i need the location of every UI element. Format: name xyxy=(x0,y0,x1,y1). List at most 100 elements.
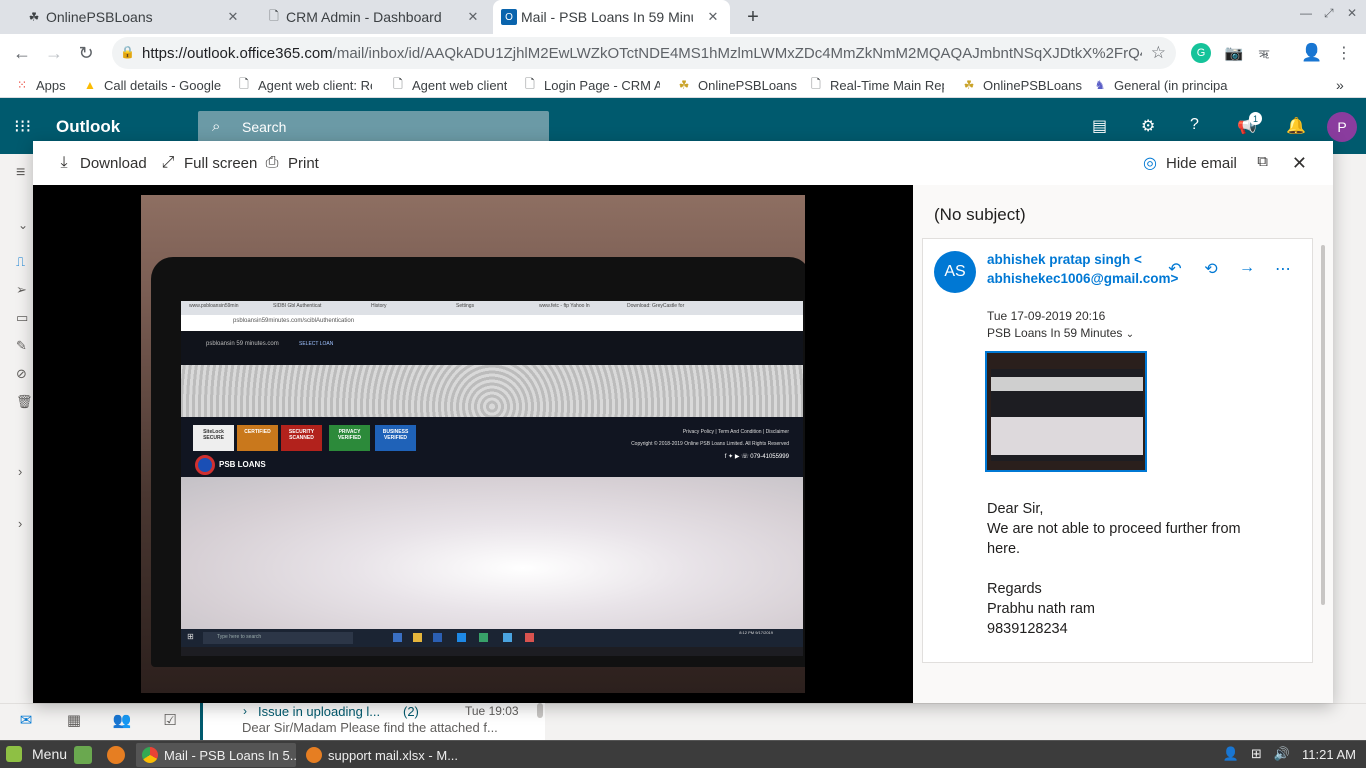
files-launcher-icon[interactable] xyxy=(74,746,92,764)
help-icon[interactable]: ? xyxy=(1190,116,1199,134)
hide-email-button[interactable]: ◎ Hide email xyxy=(1141,153,1237,173)
grammarly-extension-icon[interactable]: G xyxy=(1191,43,1211,63)
reply-icon[interactable]: ↶ xyxy=(1166,259,1184,279)
minimize-window-icon[interactable]: — xyxy=(1300,6,1312,20)
junk-icon[interactable]: ⊘ xyxy=(16,366,27,382)
expand-chevron-icon[interactable]: › xyxy=(243,704,247,718)
bookmark-label: Agent web client: Re xyxy=(258,77,372,93)
mail-item-time: Tue 19:03 xyxy=(465,704,519,718)
browser-tab-crm-admin[interactable]: 🗋 CRM Admin - Dashboard ✕ xyxy=(258,0,490,34)
body-line: Prabhu nath ram xyxy=(987,601,1096,617)
folder-icon[interactable]: ▭ xyxy=(16,310,28,326)
people-icon[interactable]: 👥 xyxy=(112,710,132,730)
bookmark-onlinepsbloans-2[interactable]: ☘ OnlinePSBLoans xyxy=(961,76,1082,94)
chrome-menu-icon[interactable]: ⋮ xyxy=(1334,43,1354,63)
document-icon: 🗋 xyxy=(525,76,535,91)
translate-extension-icon[interactable]: ऋ xyxy=(1254,43,1274,63)
url-path: /mail/inbox/id/AAQkADU1ZjhlM2EwLWZkOTctN… xyxy=(332,45,1142,62)
hamburger-menu-icon[interactable]: ≡ xyxy=(16,164,25,182)
forward-icon[interactable]: → xyxy=(1238,259,1256,279)
print-button[interactable]: ⎙ Print xyxy=(263,153,319,173)
address-bar[interactable]: 🔒 https://outlook.office365.com/mail/inb… xyxy=(112,37,1176,69)
bookmark-label: Login Page - CRM Ad xyxy=(544,77,660,93)
bookmark-agent-web-client-re[interactable]: 🗋 Agent web client: Re xyxy=(236,76,372,94)
google-drive-icon: ▲ xyxy=(84,78,96,92)
back-arrow-icon[interactable]: ← xyxy=(11,42,33,64)
bookmark-apps[interactable]: ⁙ Apps xyxy=(14,76,66,94)
mail-list-item[interactable]: › Issue in uploading l... (2) Tue 19:03 … xyxy=(200,703,545,740)
camera-extension-icon[interactable]: 📷 xyxy=(1224,43,1244,63)
reply-all-icon[interactable]: ⟲ xyxy=(1202,259,1220,279)
deleted-trash-icon[interactable]: 🗑 xyxy=(16,394,33,410)
bookmark-general-teams[interactable]: ♞ General (in principal xyxy=(1092,76,1228,94)
firefox-launcher-icon[interactable] xyxy=(107,746,125,764)
url-text[interactable]: https://outlook.office365.com/mail/inbox… xyxy=(142,45,1142,62)
reading-pane-scrollbar[interactable] xyxy=(1321,245,1325,605)
search-placeholder: Search xyxy=(242,119,287,135)
new-tab-button[interactable]: + xyxy=(741,5,765,29)
download-button[interactable]: ⤓ Download xyxy=(55,153,146,173)
my-day-icon[interactable]: ▤ xyxy=(1092,116,1107,136)
bookmark-call-details[interactable]: ▲ Call details - Google xyxy=(82,76,222,94)
taskbar-window-spreadsheet[interactable]: support mail.xlsx - M... xyxy=(300,743,460,767)
reload-icon[interactable]: ↻ xyxy=(75,42,97,64)
mail-icon[interactable]: ✉ xyxy=(16,710,36,730)
settings-gear-icon[interactable]: ⚙ xyxy=(1141,116,1155,136)
message-recipient[interactable]: PSB Loans In 59 Minutes ⌄ xyxy=(987,326,1134,340)
photo-moire-band xyxy=(181,365,803,417)
body-line: Regards xyxy=(987,581,1042,597)
outlook-brand[interactable]: Outlook xyxy=(56,117,120,137)
network-tray-icon[interactable]: ⊞ xyxy=(1251,746,1262,762)
chevron-right-icon[interactable]: › xyxy=(18,516,22,531)
start-menu-button[interactable]: Menu xyxy=(6,746,67,762)
restore-window-icon[interactable]: ⤢ xyxy=(1324,6,1334,21)
close-tab-icon[interactable]: ✕ xyxy=(224,8,242,26)
photo-tab: SIDBI Gbl Authenticat xyxy=(273,303,322,309)
sender-avatar[interactable]: AS xyxy=(934,251,976,293)
full-screen-button[interactable]: ⤢ Full screen xyxy=(159,153,258,173)
photo-taskbar-app-icon xyxy=(479,633,488,642)
photo-site-footer: SiteLock SECURE CERTIFIED SECURITY SCANN… xyxy=(181,417,803,477)
user-avatar[interactable]: P xyxy=(1327,112,1357,142)
user-tray-icon[interactable]: 👤 xyxy=(1223,746,1239,762)
browser-tab-onlinepsbloans[interactable]: ☘ OnlinePSBLoans ✕ xyxy=(18,0,250,34)
bookmark-agent-web-client[interactable]: 🗋 Agent web client xyxy=(390,76,507,94)
app-launcher-icon[interactable]: ⁝⁝⁝ xyxy=(14,116,31,137)
close-window-icon[interactable]: ✕ xyxy=(1347,6,1357,20)
sent-icon[interactable]: ➢ xyxy=(16,282,27,298)
close-tab-icon[interactable]: ✕ xyxy=(464,8,482,26)
bookmark-star-icon[interactable]: ☆ xyxy=(1151,43,1166,63)
close-viewer-icon[interactable]: ✕ xyxy=(1292,153,1307,174)
chevron-down-icon[interactable]: ⌄ xyxy=(1126,329,1134,340)
bookmark-real-time-main-rep[interactable]: 🗋 Real-Time Main Rep xyxy=(808,76,944,94)
close-tab-icon[interactable]: ✕ xyxy=(704,8,722,26)
mail-list-scrollbar[interactable] xyxy=(537,703,543,718)
tasks-check-icon[interactable]: ☑ xyxy=(160,710,180,730)
photo-taskbar-app-icon xyxy=(433,633,442,642)
mail-search-box[interactable]: ⌕ Search xyxy=(198,111,549,143)
more-bookmarks-icon[interactable]: » xyxy=(1336,76,1344,94)
calendar-icon[interactable]: ▦ xyxy=(64,710,84,730)
inbox-icon[interactable]: ⎍ xyxy=(16,254,25,270)
profile-icon[interactable]: 👤 xyxy=(1301,43,1322,63)
taskbar-window-mail[interactable]: Mail - PSB Loans In 5... xyxy=(136,743,296,767)
chevron-down-icon[interactable]: ⌄ xyxy=(18,218,28,232)
more-actions-icon[interactable]: ⋯ xyxy=(1274,259,1292,279)
bookmark-onlinepsbloans[interactable]: ☘ OnlinePSBLoans xyxy=(676,76,797,94)
outlook-favicon-icon: O xyxy=(501,9,517,25)
pop-out-icon[interactable]: ⧉ xyxy=(1257,153,1268,170)
sender-name[interactable]: abhishek pratap singh < abhishekec1006@g… xyxy=(987,250,1178,288)
taskbar-clock[interactable]: 11:21 AM xyxy=(1302,747,1356,762)
forward-arrow-icon[interactable]: → xyxy=(43,42,65,64)
attachment-photo[interactable]: www.psbloansin59min SIDBI Gbl Authentica… xyxy=(141,195,805,693)
bell-icon[interactable]: 🔔 xyxy=(1286,116,1306,136)
drafts-pencil-icon[interactable]: ✎ xyxy=(16,338,27,354)
volume-tray-icon[interactable]: 🔊 xyxy=(1274,746,1290,762)
bookmark-login-page-crm[interactable]: 🗋 Login Page - CRM Ad xyxy=(522,76,660,94)
windows-start-icon: ⊞ xyxy=(187,632,194,641)
photo-footer-copyright: Copyright © 2018-2019 Online PSB Loans L… xyxy=(631,441,789,447)
photo-select-loan: SELECT LOAN xyxy=(299,341,334,347)
chevron-right-icon[interactable]: › xyxy=(18,464,22,479)
browser-tab-outlook-mail[interactable]: O Mail - PSB Loans In 59 Minutes ✕ xyxy=(493,0,730,34)
attachment-thumbnail[interactable] xyxy=(985,351,1147,472)
